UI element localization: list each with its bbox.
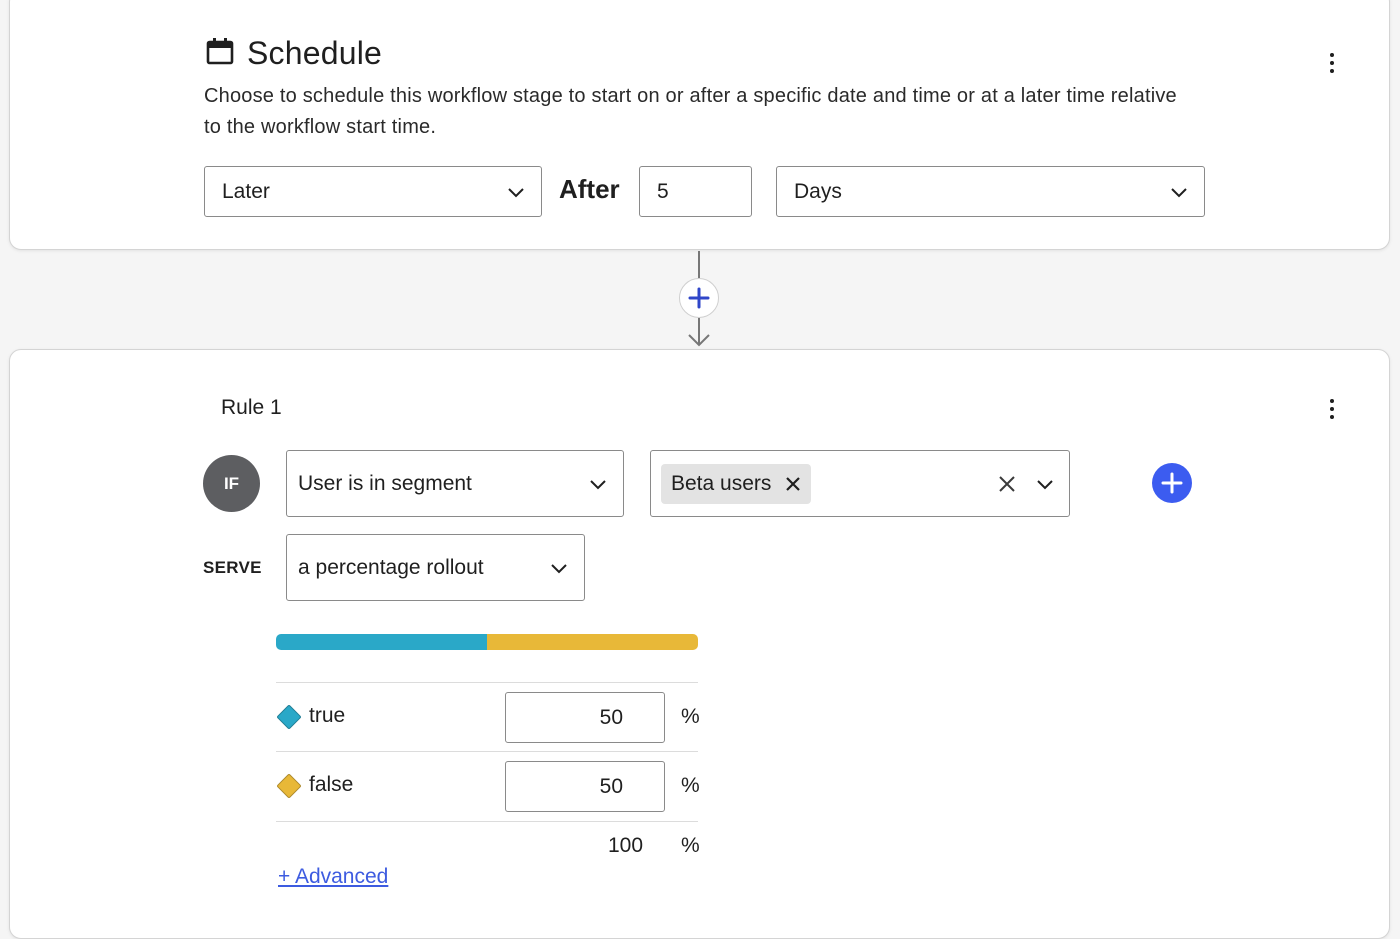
diamond-icon xyxy=(276,704,302,730)
rule-label: Rule 1 xyxy=(221,396,282,419)
condition-value: User is in segment xyxy=(298,471,472,495)
schedule-timing-value: Later xyxy=(222,179,270,203)
schedule-title: Schedule xyxy=(247,35,383,71)
variation-percent-input[interactable] xyxy=(505,692,665,743)
schedule-description: Choose to schedule this workflow stage t… xyxy=(204,85,1177,138)
serve-select[interactable]: a percentage rollout xyxy=(286,534,585,601)
add-stage-button[interactable] xyxy=(679,278,719,318)
connector-line-upper xyxy=(698,251,700,278)
schedule-unit-value: Days xyxy=(794,179,842,203)
percent-sign: % xyxy=(681,705,700,728)
chevron-down-icon xyxy=(1171,187,1187,197)
variation-name: false xyxy=(309,773,354,796)
rule-card: Rule 1 IF User is in segment Beta users … xyxy=(9,349,1390,939)
rule-more-menu-icon[interactable] xyxy=(1320,394,1344,424)
add-clause-button[interactable] xyxy=(1152,463,1192,503)
remove-chip-icon[interactable] xyxy=(785,476,801,492)
plus-icon xyxy=(688,287,710,309)
segment-values: Beta users xyxy=(661,463,998,504)
divider xyxy=(276,682,698,683)
advanced-link[interactable]: + Advanced xyxy=(278,865,388,889)
schedule-timing-select[interactable]: Later xyxy=(204,166,542,217)
serve-value: a percentage rollout xyxy=(298,555,484,579)
variation-row-true: true % xyxy=(276,692,700,743)
schedule-more-menu-icon[interactable] xyxy=(1320,48,1344,78)
chevron-down-icon xyxy=(590,479,606,489)
segment-chip-label: Beta users xyxy=(671,471,772,495)
after-label: After xyxy=(559,174,620,204)
schedule-header: Schedule xyxy=(205,35,382,72)
schedule-amount-input[interactable] xyxy=(639,166,752,217)
plus-icon xyxy=(1161,472,1183,494)
chevron-down-icon xyxy=(1037,479,1053,489)
segment-chip: Beta users xyxy=(661,463,812,504)
divider xyxy=(276,821,698,822)
arrow-down-icon xyxy=(688,334,710,347)
percent-sign: % xyxy=(681,774,700,797)
schedule-card: Schedule Choose to schedule this workflo… xyxy=(9,0,1390,250)
serve-label: SERVE xyxy=(203,558,262,577)
percent-sign: % xyxy=(681,834,700,857)
segment-multiselect[interactable]: Beta users xyxy=(650,450,1070,517)
rollout-bar-segment-true xyxy=(276,634,487,650)
chevron-down-icon xyxy=(508,187,524,197)
schedule-unit-select[interactable]: Days xyxy=(776,166,1205,217)
rollout-bar-segment-false xyxy=(487,634,698,650)
clear-all-icon[interactable] xyxy=(998,475,1016,493)
total-percent: 100 xyxy=(608,834,644,857)
condition-select[interactable]: User is in segment xyxy=(286,450,624,517)
variation-row-false: false % xyxy=(276,761,700,812)
variation-name: true xyxy=(309,704,346,727)
calendar-icon xyxy=(205,36,235,71)
variation-percent-input[interactable] xyxy=(505,761,665,812)
rollout-bar xyxy=(276,634,698,650)
divider xyxy=(276,751,698,752)
if-badge: IF xyxy=(203,455,260,512)
diamond-icon xyxy=(276,773,302,799)
chevron-down-icon xyxy=(551,563,567,573)
